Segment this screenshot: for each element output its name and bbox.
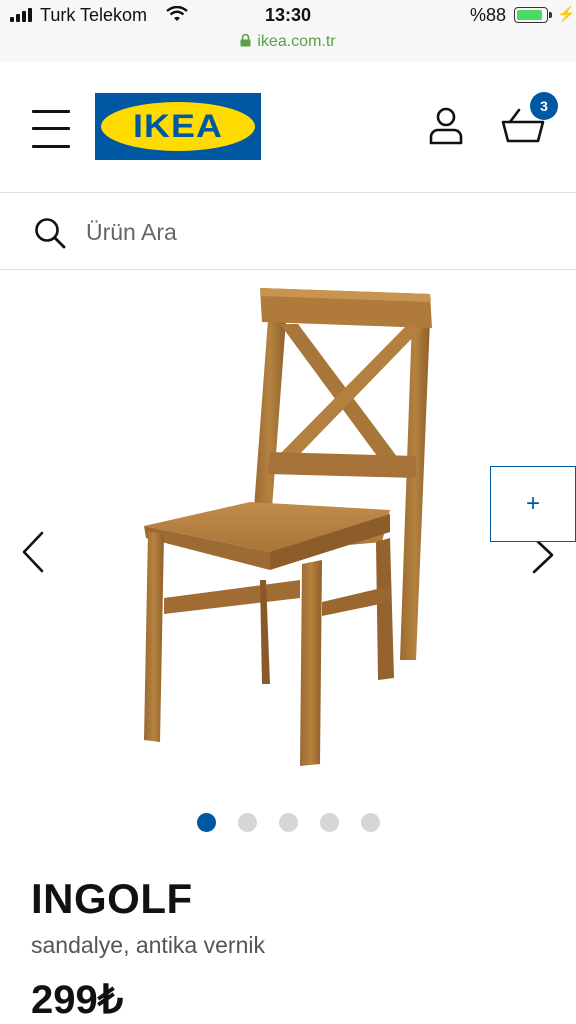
ikea-logo[interactable]: IKEA [95, 93, 261, 160]
product-name: INGOLF [31, 875, 193, 922]
battery-icon [514, 7, 548, 23]
pagination-dot[interactable] [278, 813, 298, 832]
battery-tip [549, 12, 552, 18]
product-description: sandalye, antika vernik [31, 932, 265, 958]
status-bar: Turk Telekom 13:30 %88 ⚡ ikea.com.tr [0, 0, 576, 63]
logo-text: IKEA [132, 108, 224, 144]
menu-icon[interactable] [32, 110, 70, 148]
url-text: ikea.com.tr [257, 33, 336, 50]
battery-percent: %88 [470, 5, 507, 25]
previous-image-chevron-left-icon[interactable] [20, 530, 46, 574]
cart-count-badge[interactable]: 3 [530, 92, 558, 120]
search-icon[interactable] [34, 217, 66, 249]
product-image-chair [144, 288, 432, 766]
product-price: 299₺ [31, 978, 124, 1022]
charging-bolt-icon: ⚡ [557, 6, 576, 23]
pagination-dot[interactable] [196, 813, 216, 832]
carousel-pagination [0, 813, 576, 832]
pagination-dot[interactable] [319, 813, 339, 832]
add-plus-button[interactable]: + [490, 466, 576, 542]
address-bar[interactable]: ikea.com.tr [0, 33, 576, 51]
lock-icon [240, 34, 251, 47]
search-input[interactable] [84, 211, 548, 253]
site-header: IKEA 3 [0, 62, 576, 192]
pagination-dot[interactable] [237, 813, 257, 832]
user-icon[interactable] [428, 106, 464, 146]
pagination-dot[interactable] [360, 813, 380, 832]
search-bar [0, 192, 576, 270]
